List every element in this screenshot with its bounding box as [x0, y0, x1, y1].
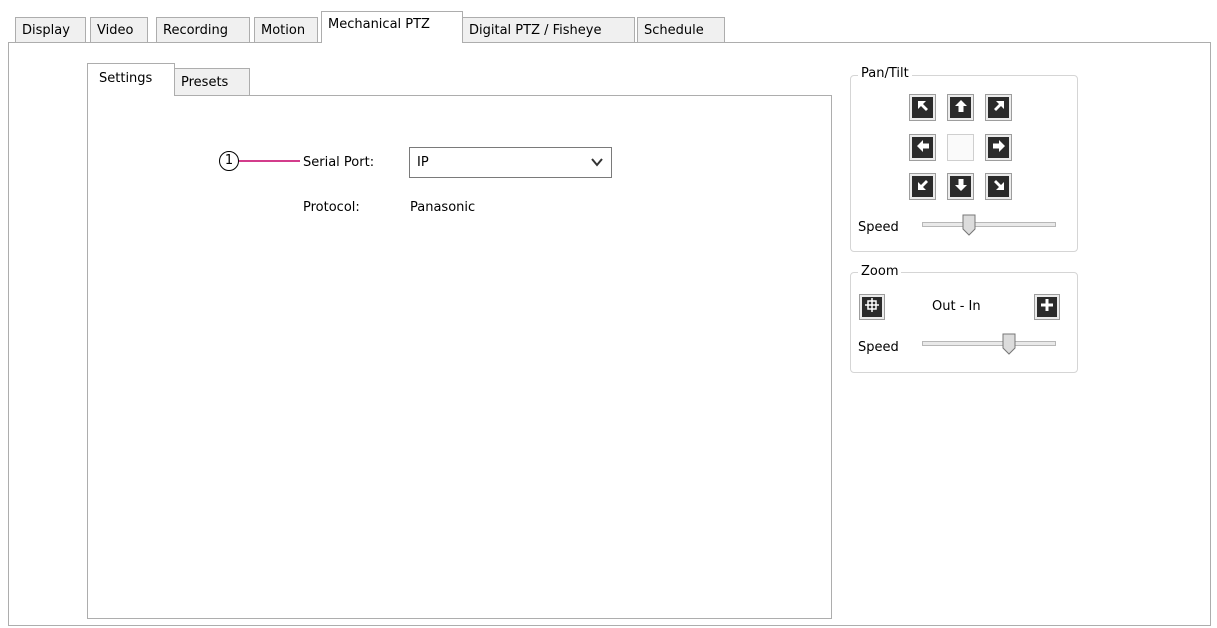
tab-display[interactable]: Display — [15, 17, 86, 42]
pan-tilt-speed-label: Speed — [858, 220, 899, 235]
pan-tilt-down-right-button[interactable] — [985, 173, 1012, 200]
arrow-down-icon — [953, 177, 969, 197]
tab-mechanical-ptz-label: Mechanical PTZ — [328, 17, 430, 32]
protocol-value: Panasonic — [410, 200, 476, 215]
arrow-up-left-icon — [915, 98, 931, 118]
pan-tilt-title: Pan/Tilt — [858, 66, 912, 81]
pan-tilt-up-right-button[interactable] — [985, 94, 1012, 121]
tab-video[interactable]: Video — [90, 17, 148, 42]
pan-tilt-left-button[interactable] — [909, 134, 936, 161]
tab-motion-label: Motion — [261, 23, 306, 38]
subtab-presets-label: Presets — [181, 75, 229, 90]
serial-port-value: IP — [417, 155, 429, 170]
tab-digital-ptz-fisheye[interactable]: Digital PTZ / Fisheye — [462, 17, 635, 42]
protocol-label: Protocol: — [303, 200, 360, 215]
pan-tilt-up-button[interactable] — [947, 94, 974, 121]
zoom-in-button[interactable] — [1034, 294, 1060, 320]
serial-port-label: Serial Port: — [303, 155, 375, 170]
zoom-group — [850, 272, 1078, 373]
chevron-down-icon — [590, 154, 604, 174]
subtab-presets[interactable]: Presets — [174, 68, 250, 96]
zoom-speed-slider-thumb[interactable] — [1002, 333, 1016, 355]
pan-tilt-speed-track[interactable] — [922, 222, 1056, 227]
pan-tilt-up-left-button[interactable] — [909, 94, 936, 121]
subtab-settings-label: Settings — [99, 71, 153, 86]
tab-schedule[interactable]: Schedule — [637, 17, 725, 42]
subtab-settings[interactable]: Settings — [87, 63, 175, 96]
arrow-right-icon — [991, 138, 1007, 158]
zoom-title: Zoom — [858, 264, 902, 279]
arrow-down-right-icon — [991, 177, 1007, 197]
tab-video-label: Video — [97, 23, 134, 38]
plus-icon — [1039, 297, 1055, 317]
callout-marker: 1 — [219, 151, 239, 171]
tab-schedule-label: Schedule — [644, 23, 704, 38]
tab-mechanical-ptz[interactable]: Mechanical PTZ — [321, 11, 463, 43]
callout-line — [239, 160, 300, 162]
tab-display-label: Display — [22, 23, 70, 38]
pan-tilt-center-button[interactable] — [947, 134, 974, 161]
tab-recording-label: Recording — [163, 23, 229, 38]
zoom-out-icon — [864, 297, 880, 317]
pan-tilt-down-left-button[interactable] — [909, 173, 936, 200]
arrow-up-icon — [953, 98, 969, 118]
tab-digital-ptz-fisheye-label: Digital PTZ / Fisheye — [469, 23, 602, 38]
zoom-range-label: Out - In — [932, 299, 981, 314]
pan-tilt-speed-slider-thumb[interactable] — [962, 214, 976, 236]
pan-tilt-down-button[interactable] — [947, 173, 974, 200]
zoom-out-button[interactable] — [859, 294, 885, 320]
tab-recording[interactable]: Recording — [156, 17, 250, 42]
tab-motion[interactable]: Motion — [254, 17, 318, 42]
arrow-up-right-icon — [991, 98, 1007, 118]
zoom-speed-label: Speed — [858, 340, 899, 355]
pan-tilt-right-button[interactable] — [985, 134, 1012, 161]
zoom-speed-track[interactable] — [922, 341, 1056, 346]
arrow-down-left-icon — [915, 177, 931, 197]
arrow-left-icon — [915, 138, 931, 158]
serial-port-select[interactable]: IP — [409, 147, 612, 178]
